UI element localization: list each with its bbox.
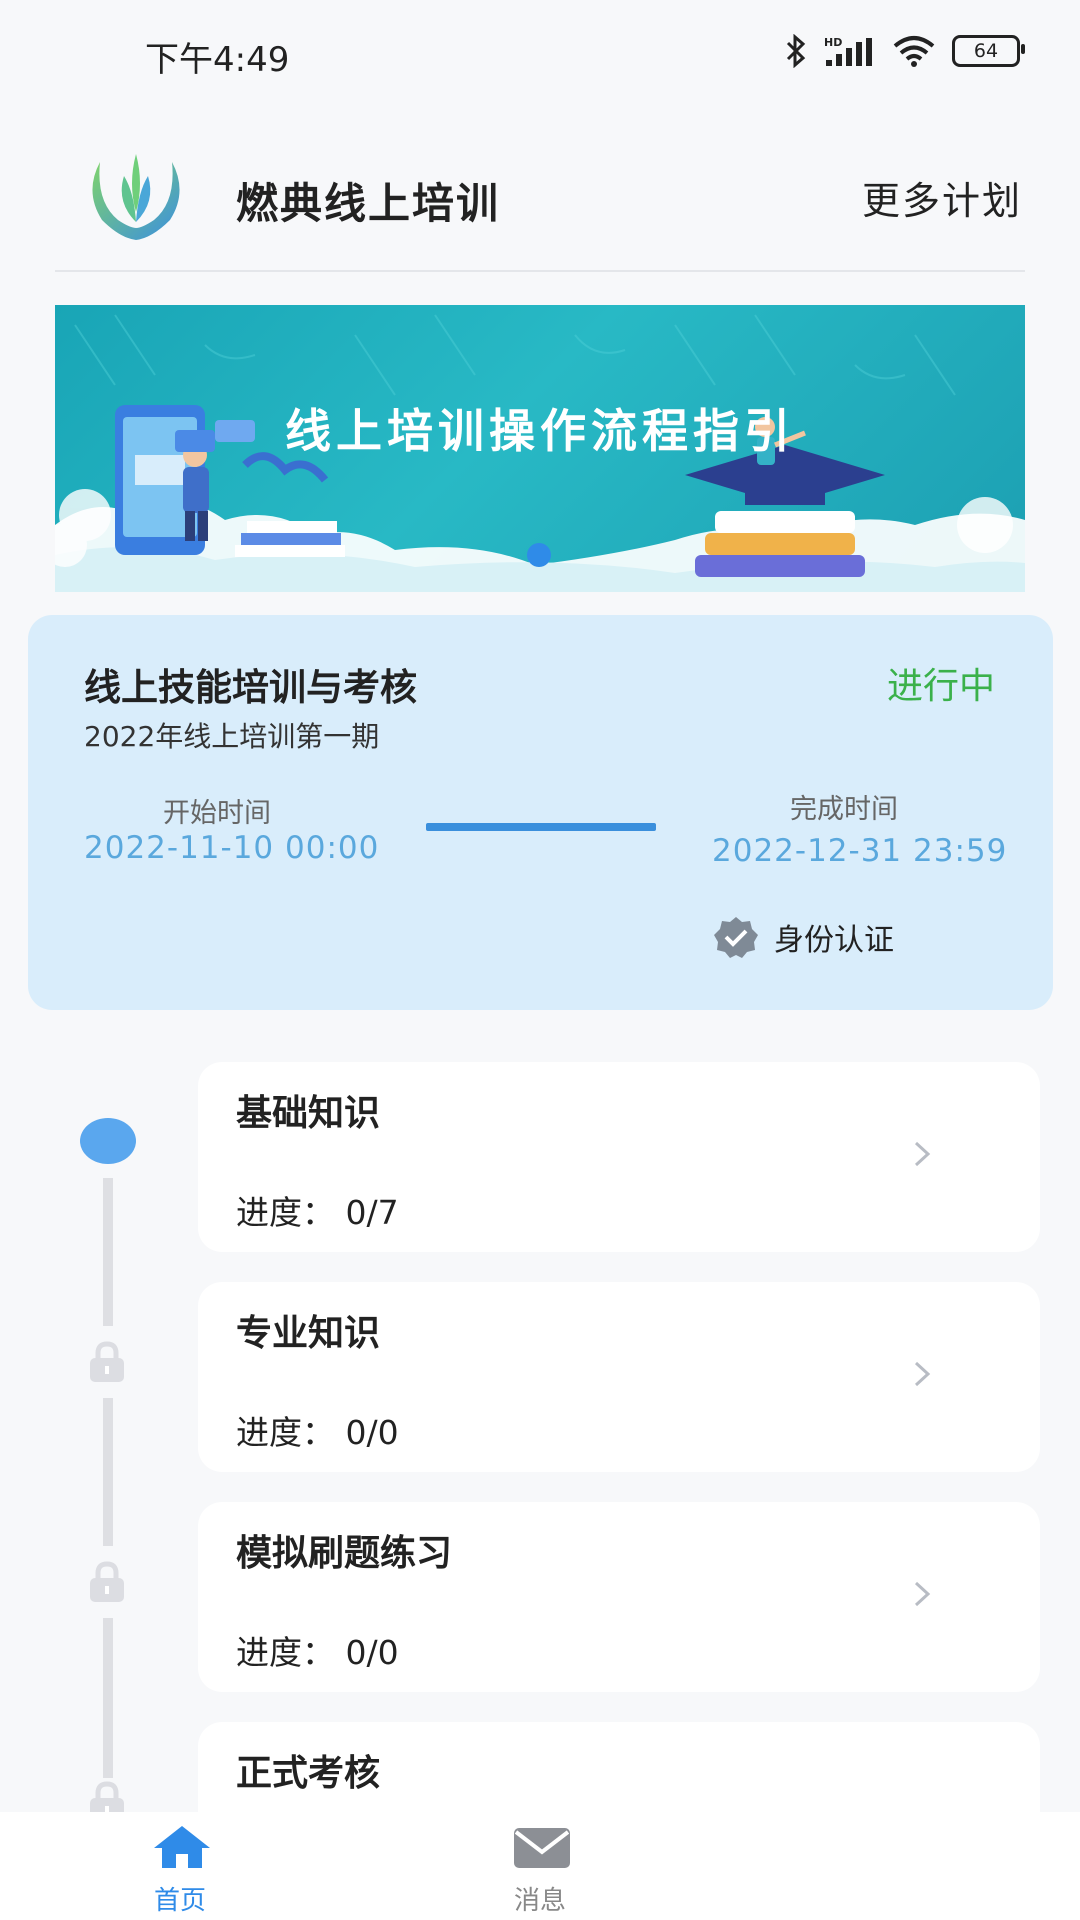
app-header: 燃典线上培训 更多计划 bbox=[0, 130, 1080, 260]
course-card-practice[interactable]: 模拟刷题练习 进度： 0/0 bbox=[198, 1502, 1040, 1692]
more-plans-link[interactable]: 更多计划 bbox=[862, 170, 1022, 225]
lock-icon bbox=[90, 1341, 124, 1382]
books-left-illustration bbox=[235, 521, 345, 557]
tab-messages[interactable]: 消息 bbox=[440, 1812, 640, 1920]
signal-icon: HD bbox=[824, 36, 872, 66]
chevron-right-icon bbox=[914, 1361, 931, 1387]
chevron-right-icon bbox=[914, 1581, 931, 1607]
end-time-value: 2022-12-31 23:59 bbox=[712, 833, 1008, 869]
course-card-professional[interactable]: 专业知识 进度： 0/0 bbox=[198, 1282, 1040, 1472]
training-plan-card[interactable]: 线上技能培训与考核 进行中 2022年线上培训第一期 开始时间 2022-11-… bbox=[28, 615, 1053, 1010]
start-time-label: 开始时间 bbox=[163, 798, 271, 829]
course-title: 模拟刷题练习 bbox=[236, 1533, 453, 1574]
step-connector bbox=[103, 1398, 113, 1546]
course-progress: 进度： 0/0 bbox=[236, 1633, 399, 1672]
plan-status-badge: 进行中 bbox=[886, 666, 995, 707]
status-time: 下午4:49 bbox=[145, 40, 290, 80]
tab-home[interactable]: 首页 bbox=[80, 1812, 280, 1920]
verify-label: 身份认证 bbox=[774, 923, 894, 958]
step-connector bbox=[103, 1618, 113, 1778]
course-card-basic[interactable]: 基础知识 进度： 0/7 bbox=[198, 1062, 1040, 1252]
lock-icon bbox=[90, 1561, 124, 1602]
identity-verification[interactable]: 身份认证 bbox=[712, 915, 894, 959]
mail-icon bbox=[514, 1828, 570, 1868]
plan-title: 线上技能培训与考核 bbox=[84, 666, 417, 709]
battery-icon: 64 bbox=[952, 35, 1025, 67]
banner-title: 线上培训操作流程指引 bbox=[285, 404, 795, 458]
tab-messages-label: 消息 bbox=[513, 1886, 566, 1916]
step-current-dot bbox=[80, 1118, 136, 1164]
course-progress: 进度： 0/0 bbox=[236, 1413, 399, 1452]
chevron-right-icon bbox=[914, 1141, 931, 1167]
svg-text:HD: HD bbox=[824, 36, 842, 49]
course-title: 正式考核 bbox=[236, 1753, 381, 1794]
status-bar: 下午4:49 HD 64 bbox=[0, 0, 1080, 100]
home-icon bbox=[154, 1826, 210, 1868]
plan-timeline-bar bbox=[426, 823, 656, 831]
header-divider bbox=[55, 270, 1025, 272]
guide-banner[interactable]: 线上培训操作流程指引 bbox=[55, 305, 1025, 592]
app-logo bbox=[92, 154, 180, 240]
start-time-value: 2022-11-10 00:00 bbox=[84, 830, 380, 866]
plan-subtitle: 2022年线上培训第一期 bbox=[84, 720, 380, 753]
status-icons: HD 64 bbox=[784, 34, 1025, 68]
step-connector bbox=[103, 1178, 113, 1326]
course-progress: 进度： 0/7 bbox=[236, 1193, 399, 1232]
course-title: 专业知识 bbox=[236, 1313, 381, 1354]
battery-level: 64 bbox=[973, 40, 999, 62]
tab-home-label: 首页 bbox=[153, 1886, 206, 1916]
wifi-icon bbox=[893, 36, 935, 67]
verified-badge-icon bbox=[714, 917, 758, 958]
banner-pagination-dot[interactable] bbox=[527, 543, 551, 567]
end-time-label: 完成时间 bbox=[790, 794, 898, 825]
app-title: 燃典线上培训 bbox=[236, 179, 501, 228]
course-title: 基础知识 bbox=[236, 1093, 381, 1134]
bluetooth-icon bbox=[786, 34, 806, 68]
bottom-tab-bar: 首页 消息 bbox=[0, 1812, 1080, 1920]
